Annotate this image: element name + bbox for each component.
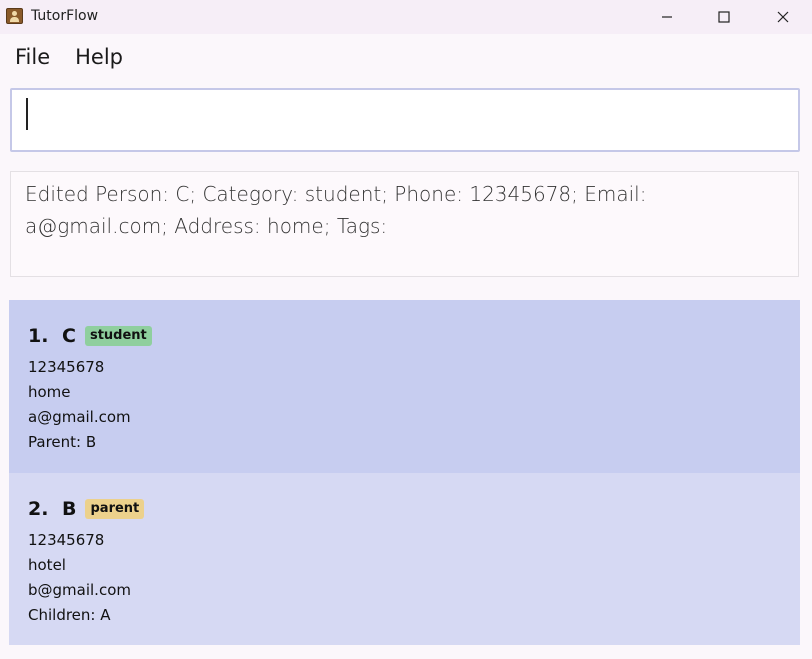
person-name: C [62, 325, 76, 347]
result-message: Edited Person: C; Category: student; Pho… [25, 182, 647, 238]
person-index: 2. [28, 498, 49, 520]
minimize-button[interactable] [644, 0, 690, 34]
person-card[interactable]: 2. B parent 12345678 hotel b@gmail.com C… [9, 473, 800, 645]
minimize-icon [662, 16, 672, 18]
menu-help[interactable]: Help [75, 45, 133, 69]
person-relation: Parent: B [28, 433, 97, 451]
maximize-button[interactable] [701, 0, 747, 34]
person-email: b@gmail.com [28, 581, 131, 599]
category-tag: parent [85, 499, 145, 519]
menu-bar: File Help [0, 36, 812, 78]
person-index: 1. [28, 325, 49, 347]
command-box[interactable] [10, 88, 800, 152]
close-button[interactable] [760, 0, 806, 34]
person-relation: Children: A [28, 606, 111, 624]
person-list[interactable]: 1. C student 12345678 home a@gmail.com P… [9, 300, 800, 645]
text-caret [26, 98, 28, 130]
person-card-header: 1. C student [28, 324, 152, 348]
result-display: Edited Person: C; Category: student; Pho… [10, 171, 799, 277]
command-input[interactable] [12, 90, 798, 150]
person-name: B [62, 498, 77, 520]
title-bar: TutorFlow [0, 0, 812, 34]
person-card-header: 2. B parent [28, 497, 145, 521]
maximize-icon [718, 11, 730, 23]
person-phone: 12345678 [28, 531, 105, 549]
person-phone: 12345678 [28, 358, 105, 376]
person-card[interactable]: 1. C student 12345678 home a@gmail.com P… [9, 300, 800, 473]
window-title: TutorFlow [31, 8, 99, 24]
close-icon [777, 11, 789, 23]
person-address: hotel [28, 556, 66, 574]
person-address: home [28, 383, 71, 401]
category-tag: student [84, 326, 152, 346]
person-email: a@gmail.com [28, 408, 131, 426]
menu-file[interactable]: File [15, 45, 60, 69]
app-icon [6, 8, 23, 24]
